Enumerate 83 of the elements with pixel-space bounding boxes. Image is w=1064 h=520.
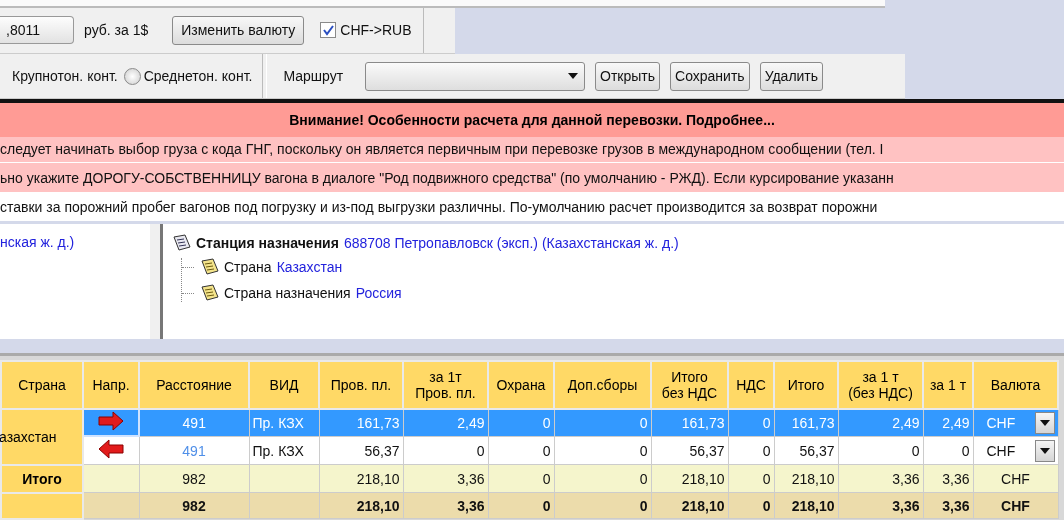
table-cell: 161,73: [774, 409, 838, 437]
table-cell: 161,73: [651, 409, 728, 437]
tree-label: Страна: [224, 259, 272, 276]
column-header[interactable]: Пров. пл.: [319, 361, 403, 410]
radio-label: Среднетон. конт.: [143, 68, 253, 85]
notice-text: следует начинать выбор груза с кода ГНГ, поскольку он является первичным при перевозке грузов в международном сообщении (тел. I: [0, 141, 884, 158]
tree-value: Россия: [355, 285, 402, 302]
column-header[interactable]: Напр.: [83, 361, 139, 410]
route-dropdown[interactable]: [365, 61, 586, 91]
column-header[interactable]: за 1 т (без НДС): [838, 361, 923, 410]
table-cell: 3,36: [838, 465, 923, 493]
tree-value: 688708 Петропавловск (эксп.) (Казахстанская ж. д.): [343, 235, 679, 252]
tree-label: Страна назначения: [224, 285, 351, 302]
table-cell: 0: [554, 493, 651, 519]
checkbox[interactable]: [320, 22, 337, 39]
column-header[interactable]: Валюта: [973, 361, 1058, 410]
table-cell: 982: [139, 493, 249, 519]
table-cell: 0: [554, 436, 651, 465]
column-header[interactable]: Итого: [774, 361, 838, 410]
column-header[interactable]: за 1 т: [923, 361, 973, 410]
table-cell: 56,37: [319, 436, 403, 465]
table-cell: CHF: [973, 493, 1058, 519]
toolbar-button[interactable]: Сохранить: [670, 61, 750, 91]
table-cell: 2,49: [838, 409, 923, 437]
table-cell: 0: [488, 493, 554, 519]
table-cell: 3,36: [838, 493, 923, 519]
rate-field[interactable]: ,8011: [0, 16, 74, 45]
column-header[interactable]: за 1т Пров. пл.: [403, 361, 488, 410]
table-cell: 161,73: [319, 409, 403, 437]
note-icon: [199, 258, 219, 277]
table-cell: 2,49: [403, 409, 488, 437]
table-cell: Пр. КЗХ: [249, 436, 319, 465]
table-cell: Пр. КЗХ: [249, 409, 319, 437]
table-cell: 982: [139, 465, 249, 493]
caret-icon: [1039, 447, 1050, 454]
table-cell: 0: [838, 436, 923, 465]
table-cell: 0: [488, 436, 554, 465]
radio-label: Крупнотон. конт.: [12, 68, 118, 85]
table-cell: азахстан: [1, 409, 83, 465]
table-cell: 491: [139, 409, 249, 437]
table-cell: 0: [554, 465, 651, 493]
caret-icon: [1039, 420, 1050, 427]
toolbar-button[interactable]: Удалить: [759, 61, 824, 91]
railway-text: нская ж. д.): [0, 234, 75, 251]
table-cell: 0: [488, 465, 554, 493]
note-icon: [199, 284, 219, 303]
currency-dropdown[interactable]: CHF: [973, 436, 1058, 465]
change-currency-button[interactable]: Изменить валюту: [172, 15, 305, 45]
table-cell: 218,10: [319, 465, 403, 493]
checkbox-label: CHF->RUB: [340, 22, 412, 39]
column-header[interactable]: Расстояние: [139, 361, 249, 410]
table-cell: 218,10: [774, 465, 838, 493]
table-cell: CHF: [973, 465, 1058, 493]
left-arrow-icon: [97, 438, 126, 461]
column-header[interactable]: НДС: [728, 361, 774, 410]
caret-icon: [568, 73, 579, 80]
table-cell: 218,10: [651, 493, 728, 519]
column-header[interactable]: Охрана: [488, 361, 554, 410]
notice-text: ьно укажите ДОРОГУ-СОБСТВЕННИЦУ вагона в диалоге "Род подвижного средства" (по умолчанию - РЖД). Если курсирование указанн: [0, 169, 894, 186]
column-header[interactable]: Итого без НДС: [651, 361, 728, 410]
rate-unit: руб. за 1$: [84, 22, 149, 39]
toolbar-button[interactable]: Открыть: [595, 61, 661, 91]
right-arrow-icon: [97, 410, 125, 433]
column-header[interactable]: Страна: [1, 361, 83, 410]
radio-button[interactable]: [123, 67, 141, 85]
table-cell: 218,10: [319, 493, 403, 519]
table-cell: 56,37: [651, 436, 728, 465]
document-icon: [171, 234, 191, 253]
table-cell: 0: [403, 436, 488, 465]
tree-label: Станция назначения: [196, 235, 339, 252]
table-cell: 0: [554, 409, 651, 437]
column-header[interactable]: Доп.сборы: [554, 361, 651, 410]
table-cell: 3,36: [403, 493, 488, 519]
table-cell: 0: [488, 409, 554, 437]
table-cell: 218,10: [651, 465, 728, 493]
table-cell: Итого: [1, 465, 83, 493]
route-label: Маршрут: [283, 68, 344, 85]
table-cell: 491: [139, 436, 249, 465]
notice-text: ставки за порожний пробег вагонов под погрузку и из-под выгрузки различны. По-умолчанию расчет производится за возврат порожни: [0, 198, 878, 215]
column-header[interactable]: ВИД: [249, 361, 319, 410]
table-cell: 56,37: [774, 436, 838, 465]
table-cell: 3,36: [403, 465, 488, 493]
tree-value: Казахстан: [276, 259, 343, 276]
